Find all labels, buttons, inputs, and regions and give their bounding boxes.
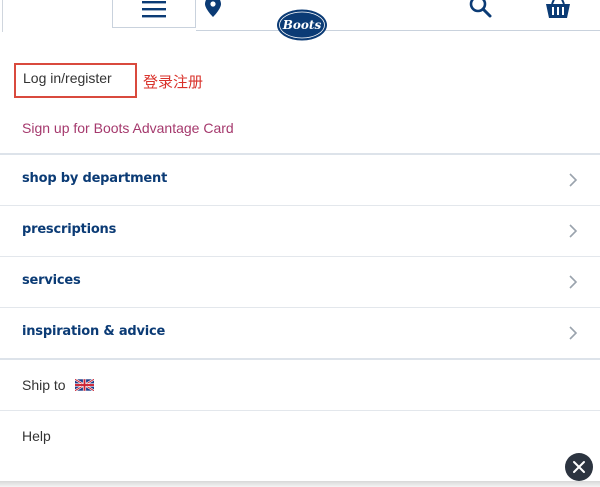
annotation-label: 登录注册 [143,73,204,91]
ship-to-selector[interactable]: Ship to [0,360,600,410]
nav-item-shop-by-department[interactable]: shop by department [0,155,600,205]
chevron-right-icon [569,173,578,187]
search-icon[interactable] [468,0,494,20]
nav-item-inspiration-advice[interactable]: inspiration & advice [0,308,600,358]
uk-flag-icon [75,379,94,391]
chevron-right-icon [569,224,578,238]
hamburger-menu-icon [142,1,166,18]
close-menu-button[interactable] [565,453,593,481]
advantage-card-signup-link[interactable]: Sign up for Boots Advantage Card [22,120,234,136]
chevron-right-icon [569,275,578,289]
help-link[interactable]: Help [0,411,600,461]
bottom-edge [0,481,600,487]
nav-item-label: services [22,273,81,288]
nav-item-label: shop by department [22,171,168,186]
close-icon [573,461,585,473]
login-register-link[interactable]: Log in/register [14,63,137,98]
logo-text: Boots [282,18,322,32]
ship-to-label: Ship to [22,377,66,393]
nav-item-prescriptions[interactable]: prescriptions [0,206,600,256]
chevron-right-icon [569,326,578,340]
basket-icon[interactable] [545,0,571,20]
location-pin-icon[interactable] [203,0,223,20]
boots-logo[interactable]: Boots [276,8,328,42]
header: Boots [0,0,600,41]
login-register-label: Log in/register [23,70,112,86]
header-divider [2,0,3,32]
nav-item-label: inspiration & advice [22,324,166,339]
menu-button[interactable] [112,0,196,28]
nav-item-services[interactable]: services [0,257,600,307]
help-label: Help [22,428,51,444]
nav-item-label: prescriptions [22,222,117,237]
header-bottom-border [196,30,600,31]
